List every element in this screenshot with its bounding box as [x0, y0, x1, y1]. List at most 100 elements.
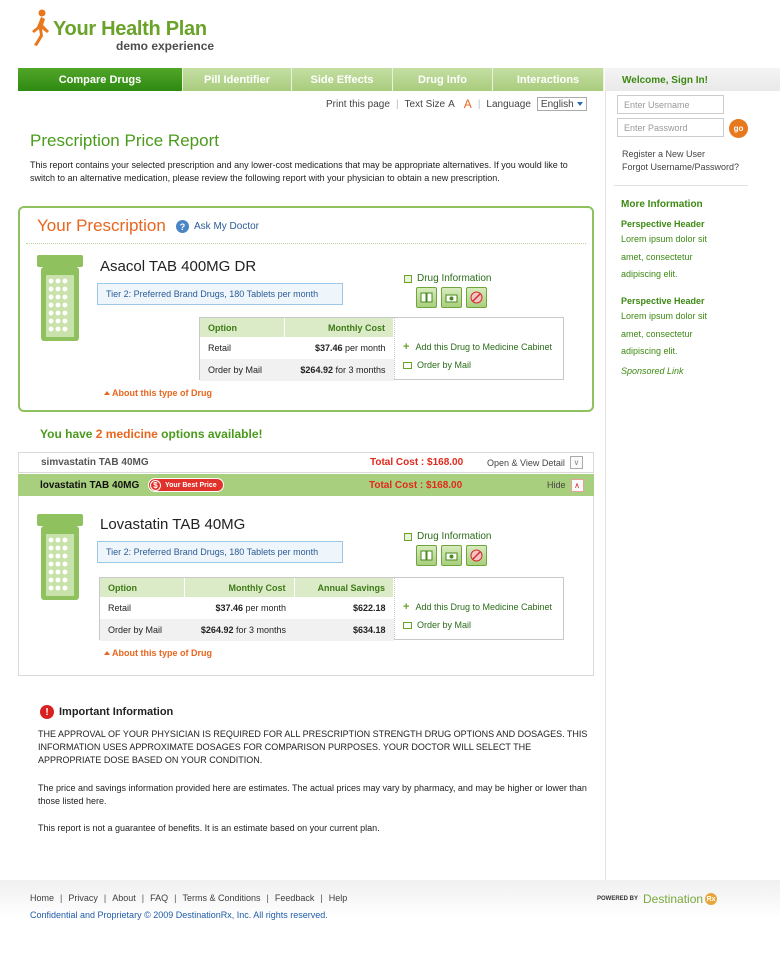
drug-action-icons [416, 545, 487, 566]
intro-text: This report contains your selected presc… [30, 160, 568, 183]
footer-link-home[interactable]: Home [30, 893, 54, 903]
about-drug-link[interactable]: About this type of Drug [104, 648, 212, 658]
separator: | [320, 893, 323, 903]
language-value: English [540, 98, 574, 110]
print-link[interactable]: Print this page [326, 99, 390, 110]
drug-information-label: Drug Information [417, 273, 492, 284]
tab-pill-identifier[interactable]: Pill Identifier [183, 68, 292, 91]
powered-by: POWERED BY Destination Rx [597, 892, 718, 906]
cost-cell: $37.46 per month [184, 597, 294, 619]
text-size-small[interactable]: A [448, 99, 455, 110]
open-detail-link[interactable]: Open & View Detail ∨ [487, 456, 583, 469]
drug-information-link[interactable]: Drug Information [404, 273, 491, 284]
price-table: Option Monthly Cost Retail $37.46 per mo… [200, 318, 394, 381]
table-row: Order by Mail $264.92 for 3 months [200, 359, 394, 381]
tab-side-effects[interactable]: Side Effects [292, 68, 393, 91]
hide-detail-link[interactable]: Hide ∧ [547, 478, 584, 492]
add-to-cabinet-link[interactable]: + Add this Drug to Medicine Cabinet [403, 601, 563, 613]
dollar-icon: $ [150, 479, 161, 491]
cost-period: for 3 months [233, 625, 286, 635]
add-to-cabinet-link[interactable]: + Add this Drug to Medicine Cabinet [403, 341, 563, 353]
language-select[interactable]: English [536, 97, 587, 111]
important-paragraph: This report is not a guarantee of benefi… [38, 823, 380, 833]
order-by-mail-link[interactable]: Order by Mail [403, 620, 471, 630]
cost-value: $37.46 [314, 343, 343, 353]
footer-link-help[interactable]: Help [329, 893, 348, 903]
runner-logo-icon [32, 9, 49, 46]
perspective-header[interactable]: Perspective Header [621, 219, 705, 229]
important-paragraph: The price and savings information provid… [38, 783, 587, 806]
cost-cell: $264.92 for 3 months [284, 359, 394, 381]
column-header-monthly-cost: Monthly Cost [184, 578, 295, 597]
footer-link-faq[interactable]: FAQ [150, 893, 168, 903]
options-heading-pre: You have [40, 427, 96, 441]
divider [614, 185, 748, 186]
chevron-down-icon [576, 102, 583, 106]
perspective-text[interactable]: Lorem ipsum dolor sit amet, consectetur … [621, 231, 731, 284]
footer-link-privacy[interactable]: Privacy [68, 893, 98, 903]
no-interaction-icon[interactable] [466, 287, 487, 308]
add-to-cabinet-label: Add this Drug to Medicine Cabinet [415, 602, 553, 612]
options-count: 2 medicine [95, 427, 158, 441]
forgot-link[interactable]: Forgot Username/Password? [622, 162, 739, 172]
option-cell: Retail [108, 603, 132, 613]
book-icon[interactable] [416, 545, 437, 566]
cost-value: $264.92 [300, 365, 333, 375]
perspective-text[interactable]: Lorem ipsum dolor sit amet, consectetur … [621, 308, 731, 361]
savings-cell: $622.18 [352, 603, 386, 613]
camera-icon[interactable] [441, 287, 462, 308]
footer-link-about[interactable]: About [112, 893, 136, 903]
separator: | [266, 893, 269, 903]
utility-bar: Print this page | Text Size A A | Langua… [326, 97, 587, 111]
options-heading-post: options available! [157, 427, 263, 441]
price-actions: + Add this Drug to Medicine Cabinet Orde… [394, 318, 564, 379]
main-nav: Compare Drugs Pill Identifier Side Effec… [18, 68, 604, 91]
powered-by-label: POWERED BY [597, 896, 639, 902]
open-detail-label: Open & View Detail [487, 457, 565, 468]
order-by-mail-link[interactable]: Order by Mail [403, 360, 471, 370]
rx-logo-icon: Rx [705, 893, 718, 905]
alternative-row-collapsed[interactable]: simvastatin TAB 40MG Total Cost : $168.0… [18, 452, 594, 473]
footer-link-feedback[interactable]: Feedback [275, 893, 315, 903]
username-input[interactable]: Enter Username [617, 95, 724, 114]
sponsored-link[interactable]: Sponsored Link [621, 366, 684, 376]
options-heading: You have 2 medicine options available! [40, 427, 263, 441]
pill-bottle-icon [37, 514, 83, 600]
column-header-option: Option [100, 578, 185, 597]
about-drug-link[interactable]: About this type of Drug [104, 388, 212, 398]
ask-doctor-label: Ask My Doctor [194, 221, 260, 232]
column-header-annual-savings: Annual Savings [294, 578, 394, 597]
alternative-total: Total Cost : $168.00 [370, 457, 464, 468]
ask-doctor-link[interactable]: ? Ask My Doctor [176, 220, 259, 233]
text-size-large[interactable]: A [464, 97, 472, 111]
partner-logo: Destination [643, 892, 704, 906]
tab-interactions[interactable]: Interactions [493, 68, 604, 91]
drug-information-label: Drug Information [417, 531, 492, 542]
perspective-header[interactable]: Perspective Header [621, 296, 705, 306]
separator: | [60, 893, 63, 903]
register-link[interactable]: Register a New User [622, 149, 705, 159]
camera-icon[interactable] [441, 545, 462, 566]
about-drug-label: About this type of Drug [112, 648, 212, 658]
go-button[interactable]: go [729, 119, 748, 138]
footer-link-terms[interactable]: Terms & Conditions [182, 893, 260, 903]
drug-information-link[interactable]: Drug Information [404, 531, 491, 542]
important-title: Important Information [59, 706, 174, 718]
column-header-monthly-cost: Monthly Cost [284, 318, 394, 337]
password-input[interactable]: Enter Password [617, 118, 724, 137]
divider [26, 243, 586, 244]
cost-cell: $264.92 for 3 months [184, 619, 294, 641]
brand-title: Your Health Plan [53, 18, 207, 40]
option-cell: Order by Mail [100, 619, 184, 641]
separator: | [141, 893, 145, 903]
book-icon[interactable] [416, 287, 437, 308]
triangle-up-icon [104, 391, 110, 395]
mail-icon [403, 621, 412, 629]
column-header-option: Option [200, 318, 285, 337]
no-interaction-icon[interactable] [466, 545, 487, 566]
tab-drug-info[interactable]: Drug Info [393, 68, 493, 91]
price-table-box: Option Monthly Cost Annual Savings Retai… [99, 577, 564, 641]
alternative-row-expanded[interactable]: lovastatin TAB 40MG $ Your Best Price To… [18, 474, 594, 496]
cost-cell: $37.46 per month [284, 337, 394, 359]
tab-compare-drugs[interactable]: Compare Drugs [18, 68, 183, 91]
